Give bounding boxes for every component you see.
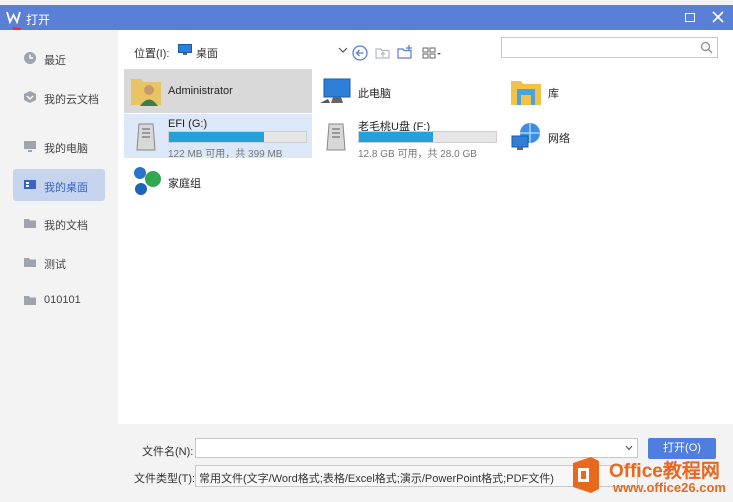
sidebar-item-my-documents[interactable]: 我的文档 <box>13 207 105 239</box>
sidebar-item-cloud-docs[interactable]: 我的云文档 <box>13 81 105 113</box>
computer-icon <box>24 141 36 152</box>
sidebar-item-label: 我的桌面 <box>44 182 88 194</box>
filetype-value: 常用文件(文字/Word格式;表格/Excel格式;演示/PowerPoint格… <box>199 473 554 485</box>
network-icon <box>511 123 540 150</box>
cloud-doc-icon <box>24 91 36 103</box>
drive-usage-text: 122 MB 可用，共 399 MB <box>168 149 283 160</box>
user-folder-icon <box>131 79 161 106</box>
item-homegroup[interactable]: 家庭组 <box>124 159 312 203</box>
folder-icon <box>24 219 36 228</box>
filename-label: 文件名(N): <box>142 446 194 458</box>
item-name: 库 <box>548 88 559 100</box>
item-library[interactable]: 库 <box>504 69 692 113</box>
sidebar-item-recent[interactable]: 最近 <box>13 42 105 74</box>
item-name: 网络 <box>548 133 570 145</box>
sidebar-item-label: 测试 <box>44 259 66 271</box>
watermark: Office教程网 www.office26.com <box>565 450 733 502</box>
up-folder-icon[interactable] <box>374 44 392 62</box>
desktop-icon <box>24 180 36 189</box>
drive-usage-bar <box>358 131 497 143</box>
search-icon[interactable] <box>700 41 713 54</box>
drive-icon <box>326 123 346 151</box>
item-administrator[interactable]: Administrator <box>124 69 312 113</box>
location-dropdown[interactable]: 桌面 <box>176 40 348 62</box>
sidebar-item-label: 010101 <box>44 294 81 306</box>
drive-usage-fill <box>169 132 264 142</box>
drive-usage-bar <box>168 131 307 143</box>
window-title: 打开 <box>26 13 51 27</box>
computer-icon <box>320 78 351 103</box>
item-name: 此电脑 <box>358 88 391 100</box>
library-icon <box>511 81 541 105</box>
folder-icon <box>24 296 36 305</box>
sidebar: 最近 我的云文档 我的电脑 我的桌面 我的文档 测试 010101 <box>0 30 118 502</box>
location-value: 桌面 <box>196 48 218 60</box>
desktop-icon <box>178 44 192 55</box>
sidebar-item-label: 我的文档 <box>44 220 88 232</box>
office-logo-icon <box>573 457 599 493</box>
item-name: EFI (G:) <box>168 118 208 130</box>
folder-icon <box>24 258 36 267</box>
maximize-button[interactable] <box>685 13 695 22</box>
view-mode-icon[interactable] <box>421 44 443 62</box>
watermark-title: Office教程网 <box>609 461 720 482</box>
sidebar-item-label: 最近 <box>44 55 66 67</box>
item-drive-efi[interactable]: EFI (G:) 122 MB 可用，共 399 MB <box>124 114 312 160</box>
title-bar: 打开 <box>0 5 733 30</box>
sidebar-item-010101[interactable]: 010101 <box>13 284 105 316</box>
homegroup-icon <box>134 167 161 195</box>
new-folder-icon[interactable] <box>396 44 414 62</box>
search-box[interactable] <box>501 37 718 58</box>
close-icon[interactable] <box>710 9 726 25</box>
clock-icon <box>24 52 36 64</box>
sidebar-item-my-computer[interactable]: 我的电脑 <box>13 130 105 162</box>
sidebar-item-my-desktop[interactable]: 我的桌面 <box>13 169 105 201</box>
back-icon[interactable] <box>351 44 369 62</box>
sidebar-item-label: 我的电脑 <box>44 143 88 155</box>
drive-usage-text: 12.8 GB 可用，共 28.0 GB <box>358 149 477 160</box>
item-network[interactable]: 网络 <box>504 114 692 158</box>
chevron-down-icon <box>338 47 348 53</box>
item-name: 家庭组 <box>168 178 201 190</box>
drive-usage-fill <box>359 132 433 142</box>
item-drive-usb[interactable]: 老毛桃U盘 (F:) 12.8 GB 可用，共 28.0 GB <box>314 114 502 160</box>
item-this-pc[interactable]: 此电脑 <box>314 69 502 113</box>
file-browser: 位置(I): 桌面 Administrator 此电脑 库 EFI (G:) 1… <box>118 30 733 502</box>
item-name: Administrator <box>168 85 233 97</box>
sidebar-item-test[interactable]: 测试 <box>13 246 105 278</box>
wps-logo-icon <box>6 11 21 24</box>
filetype-label: 文件类型(T): <box>134 473 196 485</box>
watermark-url: www.office26.com <box>613 480 726 495</box>
drive-icon <box>136 123 156 151</box>
search-input[interactable] <box>502 38 692 57</box>
sidebar-item-label: 我的云文档 <box>44 94 99 106</box>
location-label: 位置(I): <box>134 48 170 60</box>
